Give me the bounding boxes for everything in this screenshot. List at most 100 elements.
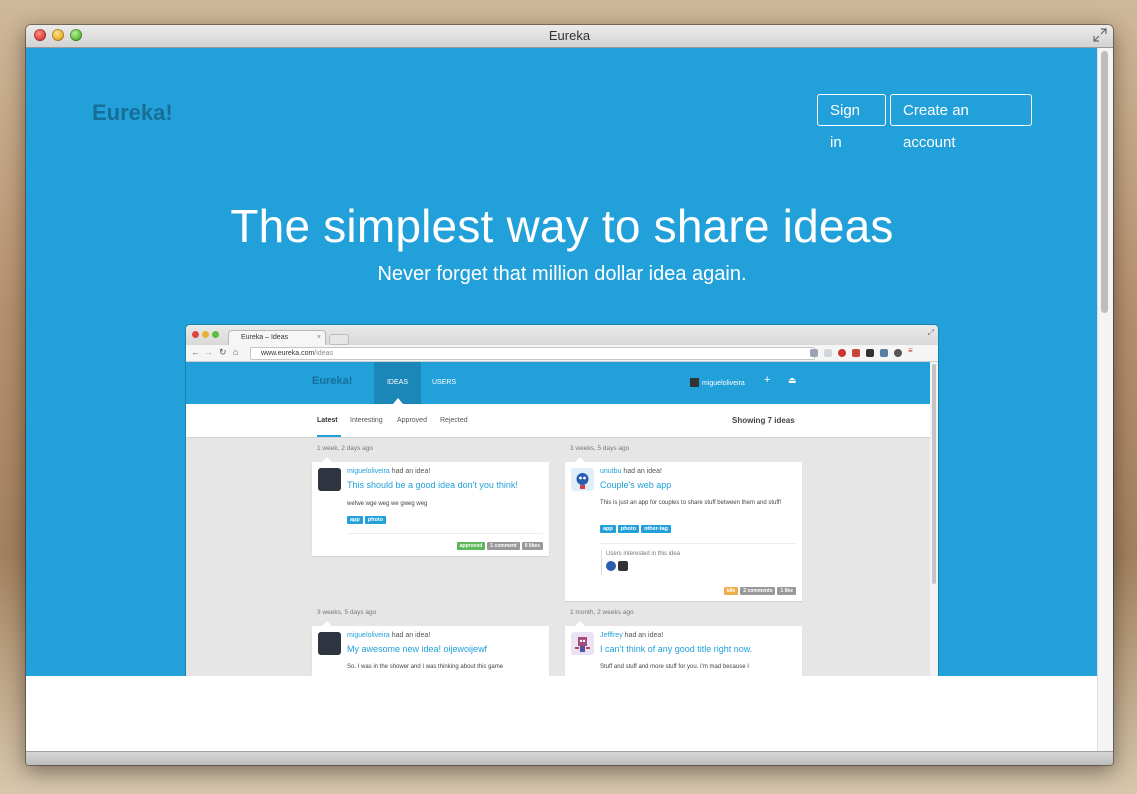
back-icon: ←	[191, 347, 200, 357]
idea-date: 1 month, 2 weeks ago	[570, 609, 634, 616]
preview-app-navbar: Eureka! IDEAS USERS migueloliveira + ⏏	[186, 362, 930, 404]
preview-filter-tabs: Latest Interesting Approved Rejected Sho…	[186, 404, 930, 438]
extension-icon	[810, 349, 818, 357]
new-tab-icon	[329, 334, 349, 345]
extension-icon	[838, 349, 846, 357]
idea-tags: app photo other-tag	[600, 525, 673, 533]
fullscreen-icon[interactable]	[1093, 28, 1107, 42]
idea-had: had an idea!	[623, 468, 662, 475]
idea-author-line: migueloliveira had an idea!	[347, 632, 430, 639]
interested-label: Users interested in this idea	[606, 551, 681, 557]
idea-card: unutbu had an idea! Couple's web app Thi…	[565, 457, 802, 601]
preview-tab: Eureka – Ideas ×	[228, 330, 326, 345]
preview-toolbar: ← → ↻ ⌂ www.eureka.com/ideas ≡	[186, 345, 938, 362]
idea-date: 3 weeks, 5 days ago	[570, 445, 630, 452]
idea-had: had an idea!	[391, 468, 431, 475]
preview-ideas-feed: 1 week, 2 days ago migueloliveira had an…	[186, 438, 930, 676]
idea-date: 1 week, 2 days ago	[317, 445, 374, 452]
preview-tab-title: Eureka – Ideas	[241, 334, 289, 341]
preview-showing-count: Showing 7 ideas	[732, 416, 795, 425]
idea-card: migueloliveira had an idea! My awesome n…	[312, 621, 549, 676]
idea-author: migueloliveira	[347, 632, 390, 639]
interested-users: Users interested in this idea	[601, 551, 680, 575]
avatar	[318, 468, 341, 491]
home-icon: ⌂	[233, 347, 239, 357]
preview-scroll-thumb	[932, 364, 936, 584]
idea-footer: idle 2 comments 1 like	[722, 587, 796, 595]
idea-title: This should be a good idea don't you thi…	[347, 480, 518, 490]
likes-badge: 1 like	[777, 587, 796, 595]
preview-address-bar: www.eureka.com/ideas	[250, 347, 815, 360]
idea-body: wefwe wge weg we gweg weg	[347, 501, 428, 507]
idea-author: Jefffrey	[600, 632, 623, 639]
add-idea-icon: +	[764, 374, 771, 386]
browser-window: Eureka Eureka! Sign in Create an account…	[26, 25, 1113, 765]
idea-tags: app photo	[347, 516, 388, 524]
avatar	[606, 561, 616, 571]
extension-icon	[880, 349, 888, 357]
preview-tab-approved: Approved	[397, 417, 427, 424]
divider	[347, 533, 543, 534]
extension-icon	[866, 349, 874, 357]
window-title: Eureka	[548, 28, 591, 43]
idea-body: Stuff and stuff and more stuff for you. …	[600, 664, 749, 670]
tab-close-icon: ×	[316, 334, 321, 341]
preview-fullscreen-icon: ⤢	[927, 328, 934, 337]
comments-badge: 1 comment	[487, 542, 520, 550]
likes-badge: 0 likes	[521, 542, 543, 550]
sign-in-button[interactable]: Sign in	[817, 94, 886, 151]
preview-username: migueloliveira	[702, 380, 745, 387]
active-tab-underline	[317, 435, 341, 437]
app-preview-screenshot: Eureka – Ideas × ⤢ ← → ↻ ⌂ www.eureka.co…	[186, 325, 938, 676]
idea-date: 3 weeks, 5 days ago	[317, 609, 377, 616]
idea-body: This is just an app for couples to share…	[600, 500, 782, 506]
forward-icon: →	[204, 347, 213, 357]
extension-icon	[894, 349, 902, 357]
hero-headline: The simplest way to share ideas	[230, 200, 894, 252]
preview-current-user: migueloliveira	[690, 378, 745, 387]
extension-icon	[824, 349, 832, 357]
avatar	[318, 632, 341, 655]
idea-body: So. I was in the shower and I was thinki…	[347, 664, 504, 670]
comments-badge: 2 comments	[740, 587, 776, 595]
idea-title: I can't think of any good title right no…	[600, 644, 753, 654]
status-badge: idle	[723, 587, 739, 595]
page-scrollbar[interactable]	[1097, 48, 1113, 752]
site-brand-logo[interactable]: Eureka!	[92, 100, 173, 126]
idea-author: migueloliveira	[347, 468, 390, 475]
menu-icon: ≡	[908, 346, 913, 355]
idea-footer: approved 1 comment 0 likes	[455, 542, 543, 550]
idea-author-line: migueloliveira had an idea!	[347, 468, 430, 475]
page-scroll-thumb[interactable]	[1101, 51, 1108, 313]
idea-card: Jefffrey had an idea! I can't think of a…	[565, 621, 802, 676]
avatar	[571, 468, 594, 491]
preview-nav-users: USERS	[432, 379, 457, 386]
reload-icon: ↻	[219, 347, 227, 357]
hero-subheadline: Never forget that million dollar idea ag…	[377, 263, 747, 285]
tag: other-tag	[641, 525, 671, 533]
idea-card: migueloliveira had an idea! This should …	[312, 457, 549, 556]
preview-browser-tabbar: Eureka – Ideas × ⤢	[186, 325, 938, 345]
preview-scrollbar	[930, 362, 938, 676]
divider	[600, 543, 796, 544]
idea-title: Couple's web app	[600, 480, 672, 490]
preview-zoom-dot	[212, 331, 219, 338]
idea-author-line: unutbu had an idea!	[600, 468, 662, 475]
tag: photo	[364, 516, 387, 524]
avatar	[618, 561, 628, 571]
preview-minimize-dot	[202, 331, 209, 338]
create-account-button[interactable]: Create an account	[890, 94, 1032, 151]
url-host: www.eureka.com	[261, 350, 315, 357]
tag: app	[600, 525, 616, 533]
page-content-below-hero	[26, 676, 1098, 752]
preview-brand: Eureka!	[312, 375, 353, 387]
url-path: /ideas	[314, 350, 333, 357]
tag: photo	[617, 525, 640, 533]
idea-had: had an idea!	[624, 632, 664, 639]
interested-avatars	[606, 561, 680, 571]
idea-had: had an idea!	[391, 632, 431, 639]
logout-icon: ⏏	[788, 375, 797, 385]
avatar	[571, 632, 594, 655]
avatar	[690, 378, 699, 387]
preview-tab-rejected: Rejected	[440, 417, 468, 424]
